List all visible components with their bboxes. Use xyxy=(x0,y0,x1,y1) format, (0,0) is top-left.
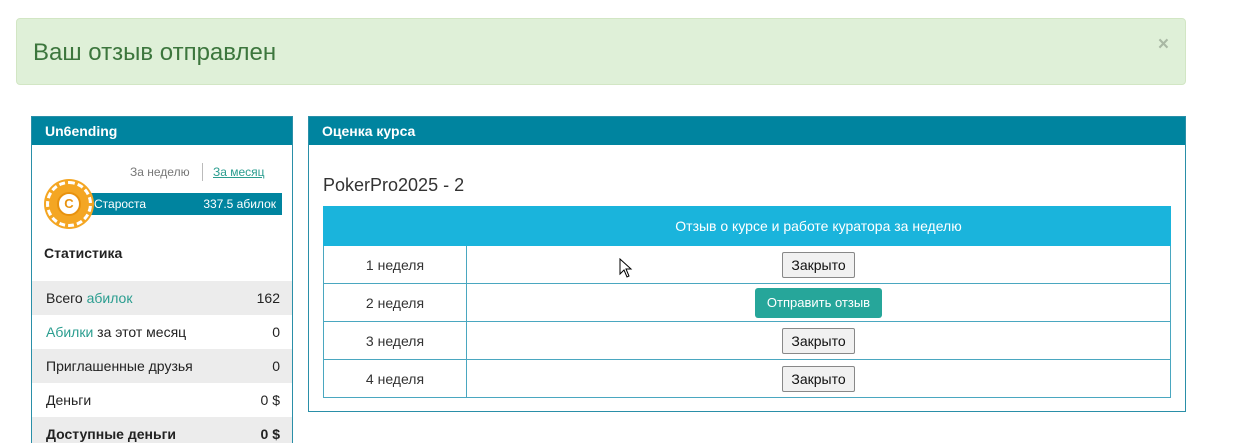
course-name: PokerPro2025 - 2 xyxy=(323,175,465,195)
stat-row-money: Деньги 0 $ xyxy=(32,383,292,417)
action-cell: Закрыто xyxy=(466,245,1171,284)
stat-value: 0 $ xyxy=(260,392,280,408)
stat-label: Деньги xyxy=(46,392,92,408)
header-review: Отзыв о курсе и работе куратора за недел… xyxy=(466,206,1171,246)
closed-button[interactable]: Закрыто xyxy=(782,365,855,392)
week-cell: 4 неделя xyxy=(323,359,467,398)
send-review-button[interactable]: Отправить отзыв xyxy=(754,287,883,318)
week-cell: 3 неделя xyxy=(323,321,467,360)
table-row: 4 неделя Закрыто xyxy=(323,359,1171,398)
period-month-tab[interactable]: За месяц xyxy=(213,165,265,179)
alert-message: Ваш отзыв отправлен xyxy=(33,39,277,66)
action-cell: Отправить отзыв xyxy=(466,283,1171,322)
rank-badge-icon: C xyxy=(46,181,92,227)
course-rating-panel: Оценка курса PokerPro2025 - 2 Отзыв о ку… xyxy=(308,116,1186,412)
stat-label: Всего абилок xyxy=(46,290,132,306)
reviews-table: Отзыв о курсе и работе куратора за недел… xyxy=(323,206,1171,398)
stat-row-available-money: Доступные деньги 0 $ xyxy=(32,417,292,443)
user-sidebar-panel: Un6ending За неделю За месяц Староста 33… xyxy=(31,116,293,443)
rank-value: 337.5 абилок xyxy=(203,197,276,211)
stat-row-total-abilki: Всего абилок 162 xyxy=(32,281,292,315)
stat-label: Доступные деньги xyxy=(46,426,177,442)
stats-title: Статистика xyxy=(44,245,123,261)
stats-list: Всего абилок 162 Абилки за этот месяц 0 … xyxy=(32,281,292,443)
stat-label: Абилки за этот месяц xyxy=(46,324,186,340)
stat-value: 0 xyxy=(272,358,280,374)
success-alert: Ваш отзыв отправлен × xyxy=(16,18,1186,85)
table-header-row: Отзыв о курсе и работе куратора за недел… xyxy=(323,206,1171,246)
rank-name: Староста xyxy=(94,197,147,211)
stat-value: 0 $ xyxy=(260,426,280,442)
stat-value: 0 xyxy=(272,324,280,340)
stat-label-prefix: Всего xyxy=(46,290,87,306)
stat-label-suffix: за этот месяц xyxy=(93,324,187,340)
close-icon[interactable]: × xyxy=(1158,35,1169,55)
stat-row-month-abilki: Абилки за этот месяц 0 xyxy=(32,315,292,349)
week-cell: 1 неделя xyxy=(323,245,467,284)
abilki-month-link[interactable]: Абилки xyxy=(46,324,93,340)
action-cell: Закрыто xyxy=(466,321,1171,360)
badge-letter: C xyxy=(57,192,81,216)
stat-label: Приглашенные друзья xyxy=(46,358,193,374)
stat-row-invited-friends: Приглашенные друзья 0 xyxy=(32,349,292,383)
period-week-tab[interactable]: За неделю xyxy=(130,165,190,179)
abilki-link[interactable]: абилок xyxy=(87,290,133,306)
closed-button[interactable]: Закрыто xyxy=(782,251,855,278)
sidebar-title: Un6ending xyxy=(32,117,292,145)
stat-value: 162 xyxy=(256,290,280,306)
closed-button[interactable]: Закрыто xyxy=(782,327,855,354)
panel-title: Оценка курса xyxy=(309,117,1185,145)
mouse-cursor-icon xyxy=(619,258,633,278)
week-cell: 2 неделя xyxy=(323,283,467,322)
table-row: 2 неделя Отправить отзыв xyxy=(323,283,1171,322)
rank-bar: Староста 337.5 абилок xyxy=(78,193,282,215)
table-row: 1 неделя Закрыто xyxy=(323,245,1171,284)
action-cell: Закрыто xyxy=(466,359,1171,398)
table-row: 3 неделя Закрыто xyxy=(323,321,1171,360)
header-week xyxy=(323,206,467,246)
period-divider xyxy=(202,163,203,181)
